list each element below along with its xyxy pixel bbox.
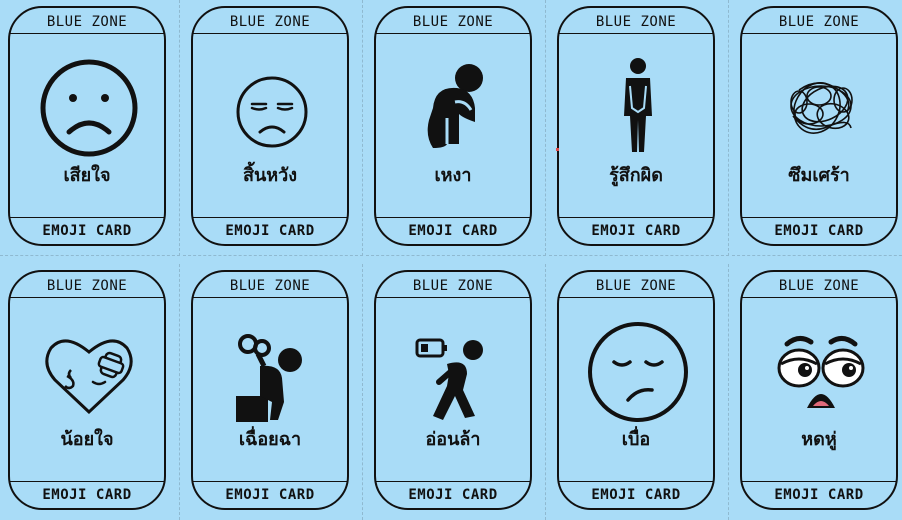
card-footer: EMOJI CARD	[225, 487, 315, 503]
sluggish-person-icon	[236, 334, 302, 422]
emoji-card[interactable]: BLUE ZONE ซึมเศร้า EMOJI CARD	[740, 6, 898, 246]
card-cell: BLUE ZONE เฉื่อยฉา EMOJI CARD	[183, 264, 363, 520]
card-cell: BLUE ZONE เสียใจ EMOJI CARD	[0, 0, 180, 256]
emotion-label: สิ้นหวัง	[242, 165, 298, 186]
card-footer: EMOJI CARD	[225, 223, 315, 239]
emoji-card[interactable]: BLUE ZONE อ่อนล้า EMOJI CARD	[374, 270, 532, 510]
bored-face-icon	[588, 322, 688, 422]
emotion-label: เฉื่อยฉา	[238, 429, 302, 450]
emotion-label: เบื่อ	[621, 429, 651, 450]
zone-label: BLUE ZONE	[778, 14, 860, 30]
card-footer: EMOJI CARD	[408, 223, 498, 239]
card-footer: EMOJI CARD	[42, 487, 132, 503]
zone-label: BLUE ZONE	[412, 14, 494, 30]
lonely-person-icon	[427, 64, 483, 148]
emoji-card[interactable]: BLUE ZONE น้อยใจ EMOJI CARD	[8, 270, 166, 510]
emoji-card[interactable]: BLUE ZONE เฉื่อยฉา EMOJI CARD	[191, 270, 349, 510]
zone-label: BLUE ZONE	[46, 14, 128, 30]
card-footer: EMOJI CARD	[774, 487, 864, 503]
card-cell: BLUE ZONE รู้สึกผิด EMOJI CARD	[549, 0, 729, 256]
zone-label: BLUE ZONE	[595, 14, 677, 30]
marker-dot	[556, 148, 559, 151]
hopeless-face-icon	[236, 76, 308, 148]
card-footer: EMOJI CARD	[591, 487, 681, 503]
emotion-label: รู้สึกผิด	[609, 165, 663, 186]
card-cell: BLUE ZONE เหงา EMOJI CARD	[366, 0, 546, 256]
card-cell: BLUE ZONE ซึมเศร้า EMOJI CARD	[732, 0, 902, 256]
zone-label: BLUE ZONE	[46, 278, 128, 294]
sad-face-icon	[40, 59, 138, 157]
zone-label: BLUE ZONE	[595, 278, 677, 294]
card-cell: BLUE ZONE อ่อนล้า EMOJI CARD	[366, 264, 546, 520]
gloomy-eyes-icon	[777, 336, 865, 408]
zone-label: BLUE ZONE	[412, 278, 494, 294]
emoji-card[interactable]: BLUE ZONE เสียใจ EMOJI CARD	[8, 6, 166, 246]
tired-person-battery-icon	[415, 338, 483, 420]
card-cell: BLUE ZONE เบื่อ EMOJI CARD	[549, 264, 729, 520]
emotion-label: เหงา	[434, 165, 472, 186]
emotion-label: เสียใจ	[63, 165, 111, 186]
card-cell: BLUE ZONE น้อยใจ EMOJI CARD	[0, 264, 180, 520]
emotion-label: ซึมเศร้า	[788, 165, 850, 186]
emoji-card[interactable]: BLUE ZONE รู้สึกผิด EMOJI CARD	[557, 6, 715, 246]
zone-label: BLUE ZONE	[229, 278, 311, 294]
emotion-label: อ่อนล้า	[425, 429, 481, 450]
card-footer: EMOJI CARD	[42, 223, 132, 239]
emoji-card[interactable]: BLUE ZONE หดหู่ EMOJI CARD	[740, 270, 898, 510]
emoji-card[interactable]: BLUE ZONE เบื่อ EMOJI CARD	[557, 270, 715, 510]
zone-label: BLUE ZONE	[229, 14, 311, 30]
card-grid: BLUE ZONE เสียใจ EMOJI CARD BLUE ZONE สิ…	[0, 0, 902, 520]
card-cell: BLUE ZONE สิ้นหวัง EMOJI CARD	[183, 0, 363, 256]
tangled-scribble-icon	[790, 82, 853, 134]
emoji-card[interactable]: BLUE ZONE สิ้นหวัง EMOJI CARD	[191, 6, 349, 246]
guilty-person-icon	[624, 58, 652, 152]
card-cell: BLUE ZONE หดหู่ EMOJI CARD	[732, 264, 902, 520]
card-footer: EMOJI CARD	[408, 487, 498, 503]
emotion-label: น้อยใจ	[60, 429, 114, 450]
card-footer: EMOJI CARD	[591, 223, 681, 239]
emotion-label: หดหู่	[801, 429, 837, 450]
zone-label: BLUE ZONE	[778, 278, 860, 294]
card-footer: EMOJI CARD	[774, 223, 864, 239]
emoji-card[interactable]: BLUE ZONE เหงา EMOJI CARD	[374, 6, 532, 246]
bandaged-heart-icon	[45, 339, 133, 415]
